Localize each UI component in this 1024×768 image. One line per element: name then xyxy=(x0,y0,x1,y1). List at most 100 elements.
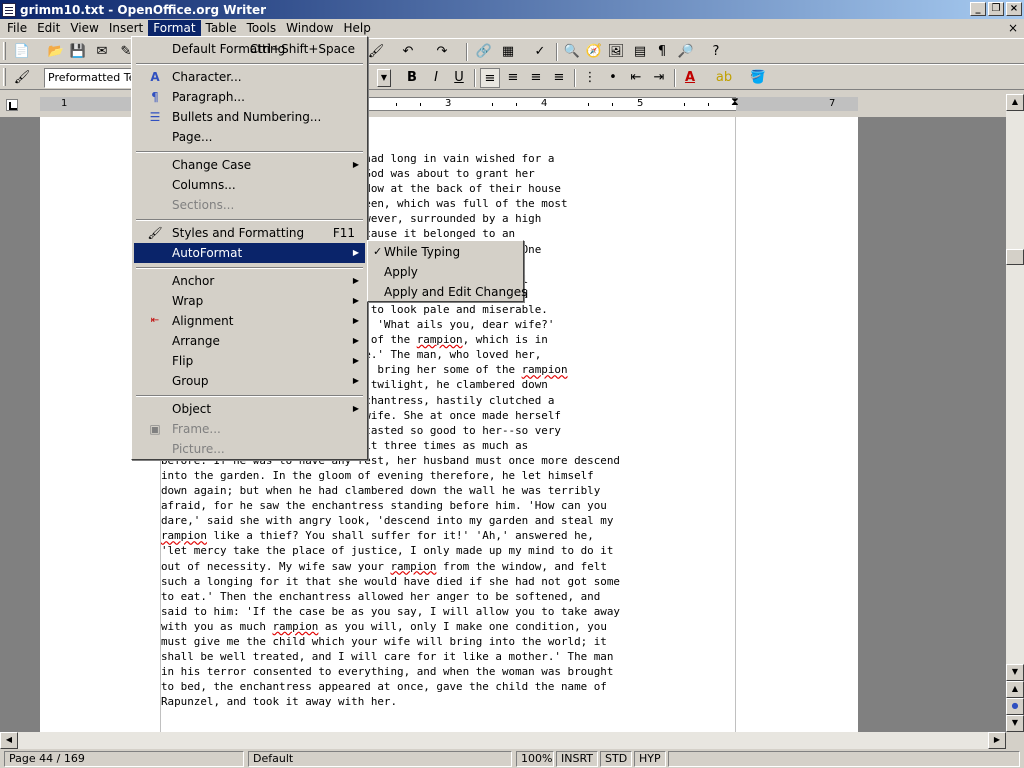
italic-icon[interactable]: I xyxy=(426,68,446,88)
text-line[interactable]: such a longing for it that she would hav… xyxy=(161,574,731,589)
menu-format[interactable]: Format xyxy=(148,20,201,37)
toolbar-grip[interactable] xyxy=(3,42,6,60)
menu-view[interactable]: View xyxy=(65,20,103,37)
align-center-icon[interactable]: ≡ xyxy=(503,68,523,88)
menu-item-arrange[interactable]: Arrange ▶ xyxy=(134,331,365,351)
decrease-indent-icon[interactable]: ⇤ xyxy=(626,68,646,88)
menu-tools[interactable]: Tools xyxy=(242,20,282,37)
text-line[interactable]: dare,' said she with angry look, 'descen… xyxy=(161,513,731,528)
text-line[interactable]: Rapunzel, and took it away with her. xyxy=(161,694,731,709)
menu-help[interactable]: Help xyxy=(338,20,375,37)
text-line[interactable]: rampion like a thief? You shall suffer f… xyxy=(161,528,731,543)
next-page-icon[interactable]: ▼ xyxy=(1006,715,1024,732)
redo-icon[interactable]: ↷ xyxy=(432,42,452,62)
text-line[interactable]: must give me the child which your wife w… xyxy=(161,634,731,649)
toolbar-grip[interactable] xyxy=(3,68,6,86)
menu-item-wrap[interactable]: Wrap ▶ xyxy=(134,291,365,311)
table-icon[interactable]: ▦ xyxy=(498,42,518,62)
gallery-icon[interactable]: 🖼 xyxy=(606,42,626,62)
styles-formatting-icon[interactable]: 🖌 xyxy=(12,68,32,88)
menu-item-apply-edit-changes[interactable]: Apply and Edit Changes xyxy=(370,282,527,302)
menu-item-default-formatting[interactable]: Default Formatting Ctrl+Shift+Space xyxy=(134,39,365,59)
vertical-scroll-thumb[interactable] xyxy=(1006,249,1024,265)
formatting-marks-icon[interactable]: ¶ xyxy=(652,42,672,62)
insert-mode[interactable]: INSRT xyxy=(556,751,598,767)
close-document-icon[interactable]: × xyxy=(1006,21,1020,35)
navigation-icon[interactable]: ● xyxy=(1006,698,1024,715)
zoom-level[interactable]: 100% xyxy=(516,751,554,767)
menu-item-object[interactable]: Object ▶ xyxy=(134,399,365,419)
bullets-icon[interactable]: • xyxy=(603,68,623,88)
new-document-icon[interactable]: 📄 xyxy=(12,42,32,62)
menu-item-flip[interactable]: Flip ▶ xyxy=(134,351,365,371)
vertical-scrollbar[interactable]: ▲ ▼ ▲ ● ▼ xyxy=(1006,94,1024,732)
text-line[interactable]: down again; but when he had clambered do… xyxy=(161,483,731,498)
menu-item-while-typing[interactable]: ✓ While Typing xyxy=(370,242,521,262)
numbering-icon[interactable]: ⋮ xyxy=(580,68,600,88)
paragraph-style-combo[interactable]: Preformatted Text xyxy=(44,68,134,88)
text-line[interactable]: 'let mercy take the place of justice, I … xyxy=(161,543,731,558)
menu-item-group[interactable]: Group ▶ xyxy=(134,371,365,391)
previous-page-icon[interactable]: ▲ xyxy=(1006,681,1024,698)
menu-item-autoformat[interactable]: AutoFormat ▶ xyxy=(134,243,365,263)
restore-icon[interactable]: ❐ xyxy=(988,2,1004,16)
background-color-icon[interactable]: 🪣 xyxy=(748,68,768,88)
scroll-down-icon[interactable]: ▼ xyxy=(1006,664,1024,681)
font-color-icon[interactable]: A xyxy=(680,68,700,88)
find-replace-icon[interactable]: 🔍 xyxy=(562,42,582,62)
highlighting-icon[interactable]: ab xyxy=(714,68,734,88)
menu-item-change-case[interactable]: Change Case ▶ xyxy=(134,155,365,175)
close-icon[interactable]: × xyxy=(1006,2,1022,16)
text-line[interactable]: to bed, the enchantress appeared at once… xyxy=(161,679,731,694)
menu-item-columns[interactable]: Columns... xyxy=(134,175,365,195)
menu-edit[interactable]: Edit xyxy=(32,20,65,37)
menu-window[interactable]: Window xyxy=(281,20,338,37)
right-indent-marker-icon[interactable]: ⧗ xyxy=(731,95,739,109)
tab-selector-icon[interactable] xyxy=(6,99,18,111)
align-left-icon[interactable]: ≡ xyxy=(480,68,500,88)
text-line[interactable]: to eat.' Then the enchantress allowed he… xyxy=(161,589,731,604)
menu-file[interactable]: File xyxy=(2,20,32,37)
hyperlink-icon[interactable]: 🔗 xyxy=(474,42,494,62)
scroll-up-icon[interactable]: ▲ xyxy=(1006,94,1024,111)
text-line[interactable]: into the garden. In the gloom of evening… xyxy=(161,468,731,483)
scroll-left-icon[interactable]: ◀ xyxy=(0,732,18,749)
text-line[interactable]: in his terror consented to everything, a… xyxy=(161,664,731,679)
format-paintbrush-icon[interactable]: 🖌 xyxy=(366,42,386,62)
text-line[interactable]: with you as much rampion as you will, on… xyxy=(161,619,731,634)
show-draw-functions-icon[interactable]: ✓ xyxy=(530,42,550,62)
data-sources-icon[interactable]: ▤ xyxy=(630,42,650,62)
align-right-icon[interactable]: ≡ xyxy=(526,68,546,88)
menu-table[interactable]: Table xyxy=(201,20,242,37)
save-icon[interactable]: 💾 xyxy=(68,42,88,62)
help-icon[interactable]: ? xyxy=(706,42,726,62)
menu-item-character[interactable]: A Character... xyxy=(134,67,365,87)
menu-item-styles-formatting[interactable]: 🖌 Styles and Formatting F11 xyxy=(134,223,365,243)
text-line[interactable]: out of necessity. My wife saw your rampi… xyxy=(161,559,731,574)
menu-item-alignment[interactable]: ⇤ Alignment ▶ xyxy=(134,311,365,331)
email-icon[interactable]: ✉ xyxy=(92,42,112,62)
increase-indent-icon[interactable]: ⇥ xyxy=(649,68,669,88)
justify-icon[interactable]: ≡ xyxy=(549,68,569,88)
menu-item-anchor[interactable]: Anchor ▶ xyxy=(134,271,365,291)
menu-item-paragraph[interactable]: ¶ Paragraph... xyxy=(134,87,365,107)
text-line[interactable]: said to him: 'If the case be as you say,… xyxy=(161,604,731,619)
zoom-icon[interactable]: 🔎 xyxy=(676,42,696,62)
text-line[interactable]: afraid, for he saw the enchantress stand… xyxy=(161,498,731,513)
navigator-icon[interactable]: 🧭 xyxy=(584,42,604,62)
page-style[interactable]: Default xyxy=(248,751,512,767)
underline-icon[interactable]: U xyxy=(449,68,469,88)
undo-icon[interactable]: ↶ xyxy=(398,42,418,62)
menu-item-page[interactable]: Page... xyxy=(134,127,365,147)
menu-item-bullets-numbering[interactable]: ☰ Bullets and Numbering... xyxy=(134,107,365,127)
hyperlink-mode[interactable]: HYP xyxy=(634,751,666,767)
selection-mode[interactable]: STD xyxy=(600,751,632,767)
scroll-right-icon[interactable]: ▶ xyxy=(988,732,1006,749)
menu-item-apply[interactable]: Apply xyxy=(370,262,521,282)
minimize-icon[interactable]: _ xyxy=(970,2,986,16)
open-folder-icon[interactable]: 📂 xyxy=(46,42,66,62)
horizontal-scrollbar[interactable]: ◀ ▶ xyxy=(0,732,1006,749)
bold-icon[interactable]: B xyxy=(402,68,422,88)
chevron-down-icon[interactable]: ▼ xyxy=(377,69,391,87)
text-line[interactable]: shall be well treated, and I will care f… xyxy=(161,649,731,664)
